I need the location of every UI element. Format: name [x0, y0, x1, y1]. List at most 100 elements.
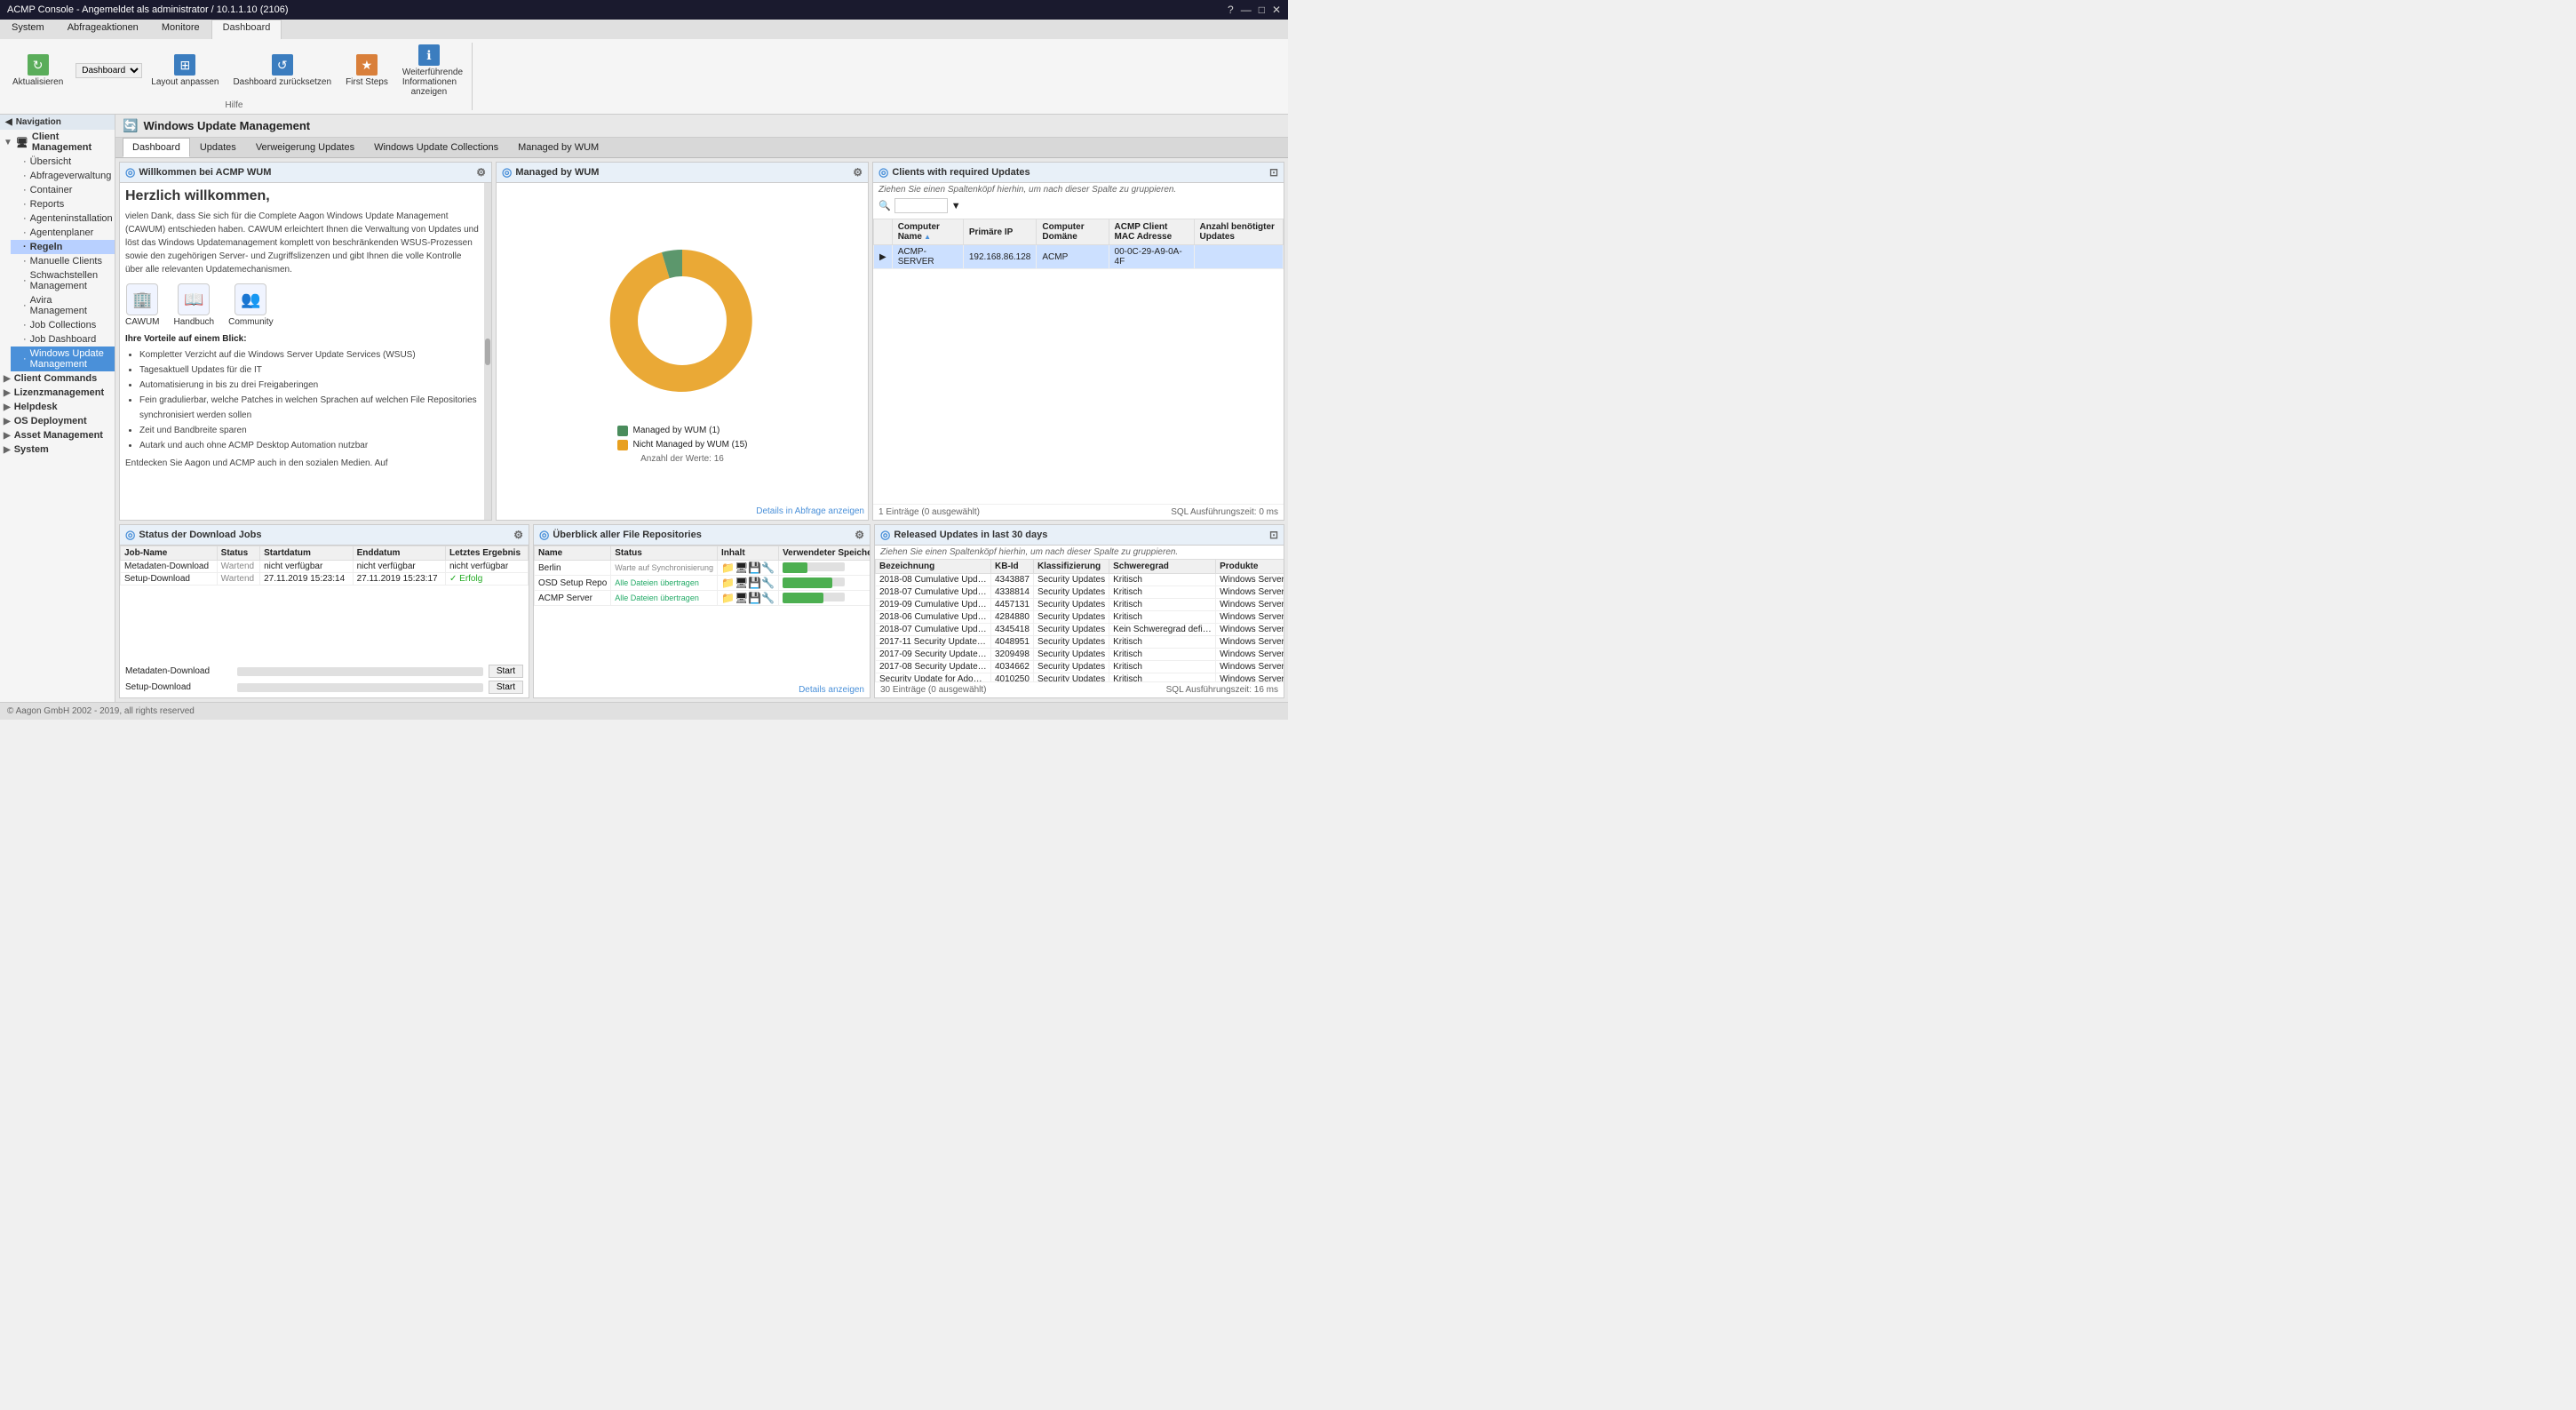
wum-tab-collections[interactable]: Windows Update Collections [364, 138, 508, 157]
status-col-result[interactable]: Letztes Ergebnis [446, 546, 529, 561]
col-updates[interactable]: Anzahl benötigter Updates [1194, 219, 1284, 245]
repo-row-osd[interactable]: OSD Setup Repo Alle Dateien übertragen 📁… [535, 576, 871, 591]
wum-tab-managed[interactable]: Managed by WUM [508, 138, 608, 157]
repo-col-status[interactable]: Status [611, 546, 718, 561]
welcome-scrollbar[interactable] [484, 183, 491, 520]
sidebar-item-job-dashboard[interactable]: · Job Dashboard [11, 332, 115, 347]
upd-col-kb[interactable]: KB-Id [991, 560, 1034, 574]
sidebar-item-schwachstellen[interactable]: · Schwachstellen Management [11, 268, 115, 293]
wum-tab-updates[interactable]: Updates [190, 138, 246, 157]
sidebar-group-helpdesk[interactable]: ▶ Helpdesk [0, 400, 115, 414]
tab-dashboard[interactable]: Dashboard [211, 20, 282, 39]
chart-details-link[interactable]: Details in Abfrage anzeigen [497, 503, 868, 520]
col-domain[interactable]: Computer Domäne [1037, 219, 1109, 245]
sidebar-item-agentenplaner[interactable]: · Agentenplaner [11, 226, 115, 240]
col-ip[interactable]: Primäre IP [963, 219, 1037, 245]
repo-col-name[interactable]: Name [535, 546, 611, 561]
status-settings-btn[interactable]: ⚙ [513, 529, 523, 541]
sidebar-item-reports[interactable]: · Reports [11, 197, 115, 211]
status-col-end[interactable]: Enddatum [353, 546, 445, 561]
update-row-4[interactable]: 2018-07 Cumulative Update fo... 4345418 … [876, 624, 1284, 636]
file-repo-scroll[interactable]: Name Status Inhalt Verwendeter Speicher … [534, 546, 870, 682]
released-updates-settings-btn[interactable]: ⊡ [1269, 529, 1278, 541]
update-row-7[interactable]: 2017-08 Security Update for A... 4034662… [876, 661, 1284, 673]
welcome-link-cawum[interactable]: 🏢 CAWUM [125, 283, 160, 327]
sidebar-group-system[interactable]: ▶ System [0, 442, 115, 457]
chart-settings-btn[interactable]: ⚙ [853, 166, 863, 179]
update-row-0[interactable]: 2018-08 Cumulative Update fo... 4343887 … [876, 574, 1284, 586]
status-row-1[interactable]: Metadaten-Download Wartend nicht verfügb… [121, 561, 529, 573]
start-btn-1[interactable]: Start [489, 665, 523, 678]
upd-col-severity[interactable]: Schweregrad [1109, 560, 1216, 574]
upd-col-class[interactable]: Klassifizierung [1033, 560, 1109, 574]
btn-reset[interactable]: ↺ Dashboard zurücksetzen [227, 52, 337, 89]
expand-icon7: ▶ [4, 445, 11, 455]
btn-info[interactable]: ℹ Weiterführende Informationen anzeigen [397, 43, 461, 99]
maximize-btn[interactable]: □ [1259, 4, 1265, 16]
update-row-3[interactable]: 2018-06 Cumulative Update fo... 4284880 … [876, 611, 1284, 624]
status-col-status[interactable]: Status [217, 546, 259, 561]
clients-settings-btn[interactable]: ⊡ [1269, 166, 1278, 179]
welcome-link-community[interactable]: 👥 Community [228, 283, 274, 327]
tab-monitore[interactable]: Monitore [150, 20, 211, 39]
update-row-5[interactable]: 2017-11 Security Update for A... 4048951… [876, 636, 1284, 649]
minimize-btn[interactable]: — [1241, 4, 1252, 16]
wum-tab-verweigerung[interactable]: Verweigerung Updates [246, 138, 364, 157]
benefits-list: Kompletter Verzicht auf die Windows Serv… [125, 347, 479, 453]
progress-bg-2 [237, 683, 483, 692]
btn-layout[interactable]: ⊞ Layout anpassen [146, 52, 224, 89]
file-repo-details-link[interactable]: Details anzeigen [534, 682, 870, 697]
status-table-scroll[interactable]: Job-Name Status Startdatum Enddatum Letz… [120, 546, 529, 661]
upd-col-product[interactable]: Produkte [1216, 560, 1284, 574]
help-btn[interactable]: ? [1228, 4, 1234, 16]
sidebar-group-os-deployment[interactable]: ▶ OS Deployment [0, 414, 115, 428]
dashboard-dropdown[interactable]: Dashboard [76, 63, 142, 78]
tab-abfrageaktionen[interactable]: Abfrageaktionen [56, 20, 150, 39]
repo-col-content[interactable]: Inhalt [718, 546, 779, 561]
sidebar-item-regeln[interactable]: · Regeln [11, 240, 115, 254]
repo-row-berlin[interactable]: Berlin Warte auf Synchronisierung 📁🖥💾🔧 [535, 561, 871, 576]
sidebar-item-wum[interactable]: · Windows Update Management [11, 347, 115, 371]
released-updates-scroll[interactable]: Bezeichnung KB-Id Klassifizierung Schwer… [875, 559, 1284, 681]
upd-name-5: 2017-11 Security Update for A... [876, 636, 991, 649]
sidebar-item-job-collections[interactable]: · Job Collections [11, 318, 115, 332]
status-col-name[interactable]: Job-Name [121, 546, 218, 561]
sidebar-group-asset[interactable]: ▶ Asset Management [0, 428, 115, 442]
sidebar-group-lizenz[interactable]: ▶ Lizenzmanagement [0, 386, 115, 400]
upd-kb-8: 4010250 [991, 673, 1034, 682]
repo-row-acmp[interactable]: ACMP Server Alle Dateien übertragen 📁🖥💾🔧 [535, 591, 871, 606]
file-repo-settings-btn[interactable]: ⚙ [855, 529, 864, 541]
upd-class-5: Security Updates [1033, 636, 1109, 649]
update-row-8[interactable]: Security Update for Adobe Fla... 4010250… [876, 673, 1284, 682]
tab-system[interactable]: System [0, 20, 56, 39]
sidebar-item-manuelle-clients[interactable]: · Manuelle Clients [11, 254, 115, 268]
btn-aktualisieren[interactable]: ↻ Aktualisieren [7, 52, 68, 89]
search-computer-name[interactable] [894, 198, 948, 213]
client-row-1[interactable]: ▶ ACMP-SERVER 192.168.86.128 ACMP 00-0C-… [874, 245, 1284, 269]
status-row-2[interactable]: Setup-Download Wartend 27.11.2019 15:23:… [121, 573, 529, 586]
wum-tab-dashboard[interactable]: Dashboard [123, 138, 190, 157]
upd-product-2: Windows Server 2016 [1216, 599, 1284, 611]
clients-table-scroll[interactable]: Computer Name Primäre IP Computer Domäne… [873, 219, 1284, 504]
status-col-start[interactable]: Startdatum [260, 546, 353, 561]
btn-firststeps[interactable]: ★ First Steps [340, 52, 394, 89]
col-mac[interactable]: ACMP Client MAC Adresse [1109, 219, 1194, 245]
sidebar-item-uebersicht[interactable]: · Übersicht [11, 155, 115, 169]
sidebar-group-client-management[interactable]: ▼ 🖥 Client Management [0, 130, 115, 155]
col-computer-name[interactable]: Computer Name [892, 219, 963, 245]
sidebar-item-abfrage[interactable]: · Abfrageverwaltung [11, 169, 115, 183]
update-row-1[interactable]: 2018-07 Cumulative Update fo... 4338814 … [876, 586, 1284, 599]
upd-col-name[interactable]: Bezeichnung [876, 560, 991, 574]
welcome-settings-btn[interactable]: ⚙ [476, 166, 486, 179]
update-row-2[interactable]: 2019-09 Cumulative Update fo... 4457131 … [876, 599, 1284, 611]
sidebar-item-avira[interactable]: · Avira Management [11, 293, 115, 318]
close-btn[interactable]: ✕ [1272, 4, 1281, 16]
update-row-6[interactable]: 2017-09 Security Update for A... 3209498… [876, 649, 1284, 661]
start-btn-2[interactable]: Start [489, 681, 523, 694]
sidebar-group-client-commands[interactable]: ▶ Client Commands [0, 371, 115, 386]
wum-header: 🔄 Windows Update Management [115, 115, 1288, 138]
sidebar-item-agenteninstallation[interactable]: · Agenteninstallation [11, 211, 115, 226]
sidebar-item-container[interactable]: · Container [11, 183, 115, 197]
welcome-link-handbuch[interactable]: 📖 Handbuch [174, 283, 215, 327]
repo-col-storage[interactable]: Verwendeter Speicher [779, 546, 870, 561]
